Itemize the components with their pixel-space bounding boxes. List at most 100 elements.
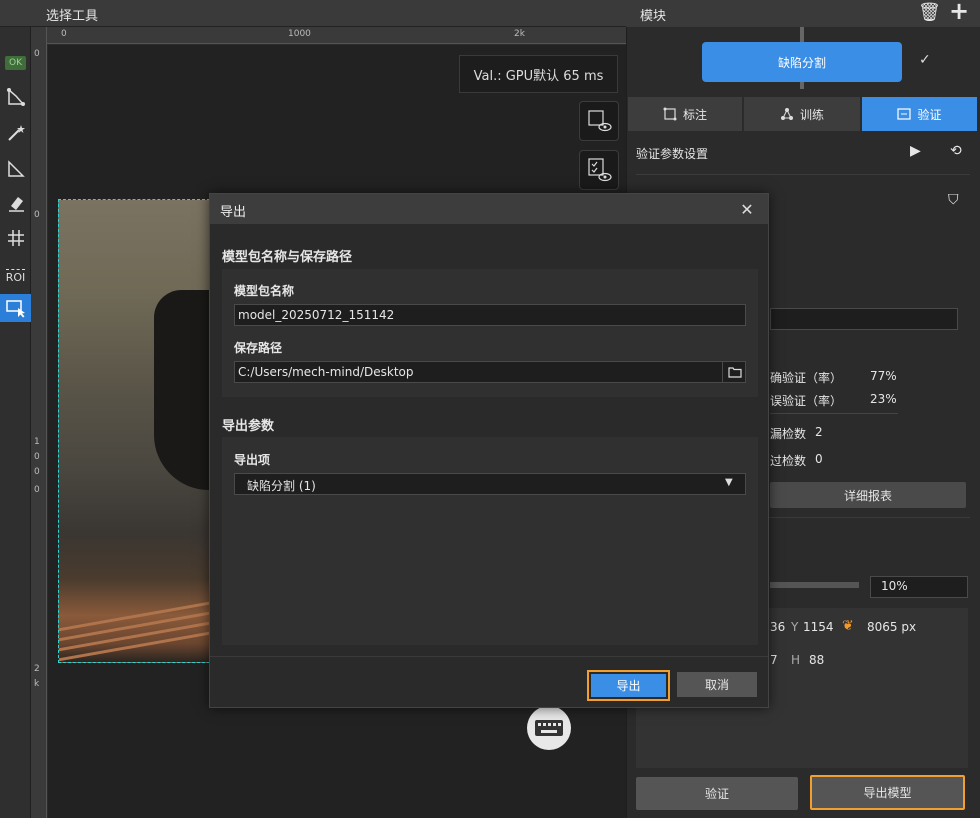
path-label: 保存路径 [234, 341, 283, 355]
left-toolbar: OK ROI [0, 27, 31, 818]
annotation-eye-icon [588, 110, 612, 132]
tab-train[interactable]: 训练 [744, 97, 860, 131]
v-tick: k [34, 679, 40, 689]
checklist-eye-icon [588, 158, 612, 182]
keyboard-shortcut-button[interactable] [527, 706, 571, 750]
area-value: 8065 px [867, 620, 917, 634]
validation-time-readout: Val.: GPU默认 65 ms [459, 55, 618, 93]
over-value: 0 [815, 452, 823, 466]
w-value: 7 [770, 653, 778, 667]
over-label: 过检数 [770, 454, 807, 468]
model-name-field[interactable]: model_20250712_151142 [234, 304, 746, 326]
params-panel [222, 437, 758, 645]
v-tick: 0 [34, 49, 40, 59]
ok-badge: OK [0, 52, 31, 74]
vertical-ruler: 0 0 1 0 0 0 2 k [31, 27, 47, 818]
v-tick: 0 [34, 467, 40, 477]
save-path-field[interactable]: C:/Users/mech-mind/Desktop [234, 361, 746, 383]
dialog-header: 导出 ✕ [210, 194, 768, 224]
correct-label: 确验证（率） [770, 371, 843, 385]
train-icon [780, 108, 793, 120]
polygon-tool-button[interactable] [0, 83, 31, 111]
show-annotations-button[interactable] [579, 101, 619, 141]
x-value: 36 [770, 620, 786, 634]
tab-label: 标注 [682, 107, 707, 122]
keyboard-icon [535, 720, 563, 736]
show-results-button[interactable] [579, 150, 619, 190]
tab-label: 训练 [799, 107, 824, 122]
module-button[interactable]: 缺陷分割 [702, 42, 902, 82]
validate-button[interactable]: 验证 [636, 777, 798, 810]
v-tick: 0 [34, 210, 40, 220]
chevron-down-icon: ▼ [725, 477, 733, 488]
y-value: 1154 [803, 620, 834, 634]
save-path-value: C:/Users/mech-mind/Desktop [238, 365, 414, 379]
missed-label: 漏检数 [770, 427, 807, 441]
missed-value: 2 [815, 425, 823, 439]
close-icon[interactable]: ✕ [736, 198, 758, 220]
opacity-slider[interactable] [770, 582, 859, 588]
v-tick: 0 [34, 485, 40, 495]
detailed-report-button[interactable]: 详细报表 [770, 482, 966, 508]
rect-select-tool-button[interactable] [0, 294, 31, 322]
defect-region [154, 290, 209, 490]
h-tick: 0 [61, 29, 67, 39]
check-icon: ✓ [919, 52, 931, 68]
rect-select-icon [5, 300, 25, 318]
sample-image[interactable] [58, 199, 210, 663]
validation-settings-label: 验证参数设置 [636, 147, 709, 161]
export-dialog: 导出 ✕ 模型包名称与保存路径 模型包名称 model_20250712_151… [209, 193, 769, 708]
tab-validate[interactable]: 验证 [862, 97, 977, 131]
grid-icon [7, 230, 24, 246]
section-params: 导出参数 [222, 419, 275, 434]
add-icon[interactable]: + [949, 0, 969, 25]
h-value: 88 [809, 653, 825, 667]
zoom-spinbox[interactable]: 10% [870, 576, 968, 598]
export-model-button[interactable]: 导出模型 [810, 775, 965, 810]
h-tick: 1000 [288, 29, 311, 39]
magic-wand-tool-button[interactable] [0, 119, 31, 147]
play-icon[interactable]: ▶ [910, 143, 921, 159]
dialog-title: 导出 [220, 205, 247, 220]
horizontal-ruler: 0 1000 2k [47, 27, 626, 44]
cancel-button[interactable]: 取消 [677, 672, 757, 697]
section-name-path: 模型包名称与保存路径 [222, 250, 353, 265]
tab-label: 验证 [917, 107, 942, 122]
export-item-label: 导出项 [234, 453, 271, 467]
magic-wand-icon [7, 125, 25, 141]
threshold-spinbox[interactable] [770, 308, 958, 330]
roi-label: ROI [5, 268, 26, 284]
wrong-value: 23% [870, 392, 897, 406]
name-label: 模型包名称 [234, 284, 295, 298]
lasso-icon [7, 160, 25, 177]
tab-annotate[interactable]: 标注 [628, 97, 742, 131]
eraser-tool-button[interactable] [0, 189, 31, 217]
divider [210, 656, 768, 657]
wrong-label: 误验证（率） [770, 394, 843, 408]
browse-folder-button[interactable] [722, 361, 746, 383]
area-icon: ❦ [842, 618, 854, 634]
v-tick: 0 [34, 452, 40, 462]
eraser-icon [8, 197, 24, 212]
divider [636, 174, 970, 175]
lasso-tool-button[interactable] [0, 155, 31, 183]
h-tick: 2k [514, 29, 525, 39]
history-icon[interactable]: ⟲ [950, 143, 962, 159]
y-label: Y [791, 620, 799, 634]
divider [770, 413, 898, 414]
folder-icon [727, 367, 742, 378]
polygon-icon [6, 88, 25, 106]
tool-header-title: 选择工具 [46, 9, 99, 24]
module-header: 模块 🗑 + [626, 0, 980, 27]
correct-value: 77% [870, 369, 897, 383]
validate-icon [897, 108, 912, 120]
roi-tool-button[interactable]: ROI [0, 262, 31, 290]
export-button[interactable]: 导出 [587, 670, 670, 701]
trash-icon[interactable]: 🗑 [918, 2, 941, 23]
export-item-select[interactable]: 缺陷分割 (1) [234, 473, 746, 495]
export-button-label: 导出 [591, 674, 666, 697]
v-tick: 1 [34, 437, 40, 447]
grid-tool-button[interactable] [0, 224, 31, 252]
module-header-title: 模块 [640, 9, 667, 24]
filter-icon[interactable]: ⛉ [948, 192, 959, 208]
